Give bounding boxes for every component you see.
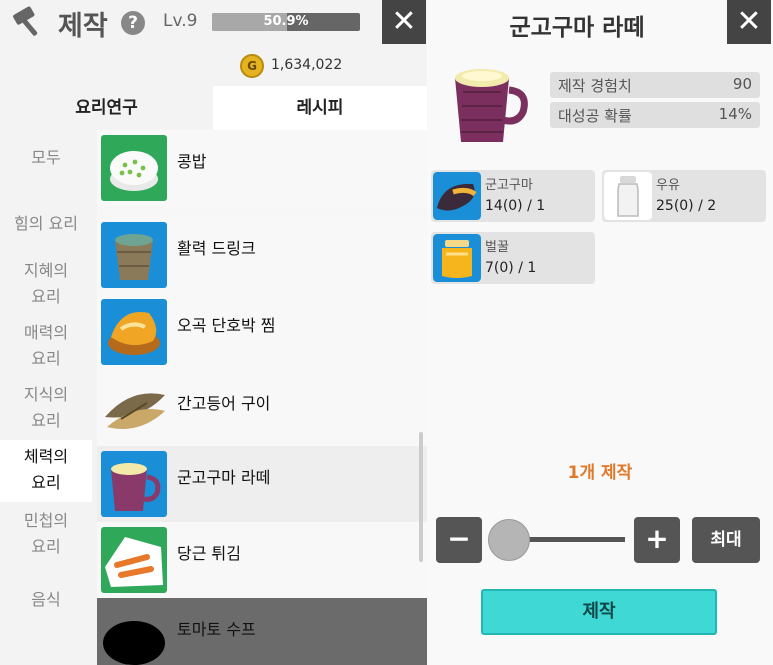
recipe-list: 콩밥 활력 드링크 오곡 단호박 찜 간고등어 구이 군고구마 라떼 당근 튀김… — [97, 130, 427, 665]
gold-coin-icon: G — [240, 54, 264, 78]
category-stamina[interactable]: 체력의 요리 — [0, 440, 92, 502]
exp-percent: 50.9% — [263, 14, 309, 29]
steamed-pumpkin-icon — [101, 299, 167, 365]
material-count: 7(0) / 1 — [485, 260, 537, 276]
recipe-title: 군고구마 라떼 — [509, 15, 645, 41]
stat-label: 제작 경험치 — [558, 77, 632, 95]
roasted-sweet-potato-icon — [433, 172, 481, 220]
category-all[interactable]: 모두 — [0, 138, 92, 178]
category-agility[interactable]: 민첩의 요리 — [0, 506, 92, 562]
category-wisdom[interactable]: 지혜의 요리 — [0, 256, 92, 312]
level-label: Lv.9 — [163, 11, 198, 31]
tab-recipe[interactable]: 레시피 — [213, 86, 427, 130]
category-knowledge[interactable]: 지식의 요리 — [0, 380, 92, 436]
recipe-name: 오곡 단호박 찜 — [177, 316, 276, 335]
crafting-header: 제작 ? Lv.9 50.9% ✕ — [0, 0, 427, 44]
recipe-detail-panel: 군고구마 라떼 ✕ 제작 경험치 90 대성공 확률 14% 군고구마 14(0… — [427, 0, 773, 665]
stat-value: 14% — [718, 105, 752, 123]
recipe-name: 군고구마 라떼 — [177, 468, 271, 487]
recipe-item-sweet-potato-latte[interactable]: 군고구마 라떼 — [97, 446, 427, 522]
tomato-soup-icon — [103, 621, 165, 665]
grilled-mackerel-icon — [101, 377, 167, 443]
craft-quantity-label: 1개 제작 — [567, 463, 633, 483]
material-slot[interactable]: 우유 25(0) / 2 — [602, 170, 766, 222]
max-button[interactable]: 최대 — [692, 517, 760, 563]
tab-bar: 요리연구 레시피 — [0, 86, 427, 130]
recipe-list-scrollbar[interactable] — [419, 432, 423, 562]
milk-bottle-icon — [604, 172, 652, 220]
stat-craft-exp: 제작 경험치 90 — [550, 72, 760, 98]
honey-jar-icon — [433, 234, 481, 282]
recipe-name: 토마토 수프 — [177, 620, 256, 639]
recipe-name: 당근 튀김 — [177, 544, 241, 563]
material-name: 벌꿀 — [485, 240, 509, 255]
crafting-title: 제작 — [58, 11, 108, 42]
help-icon[interactable]: ? — [121, 11, 145, 35]
stat-label: 대성공 확률 — [558, 107, 632, 125]
material-name: 우유 — [656, 178, 680, 193]
category-strength[interactable]: 힘의 요리 — [0, 204, 92, 244]
sweet-potato-latte-icon — [455, 69, 528, 142]
bean-rice-icon — [101, 135, 167, 201]
recipe-item-grilled-mackerel[interactable]: 간고등어 구이 — [97, 372, 427, 448]
recipe-item-vitality-drink[interactable]: 활력 드링크 — [97, 217, 427, 293]
tab-cooking-research[interactable]: 요리연구 — [0, 86, 213, 130]
quantity-slider-handle[interactable] — [488, 519, 530, 561]
material-slot[interactable]: 벌꿀 7(0) / 1 — [431, 232, 595, 284]
material-count: 25(0) / 2 — [656, 198, 717, 214]
hammer-icon — [13, 6, 38, 36]
recipe-item-bean-rice[interactable]: 콩밥 — [97, 130, 427, 206]
recipe-name: 콩밥 — [177, 152, 207, 171]
stat-value: 90 — [732, 75, 752, 93]
exp-bar: 50.9% — [212, 13, 360, 31]
recipe-item-fried-carrot[interactable]: 당근 튀김 — [97, 522, 427, 598]
close-button[interactable]: ✕ — [727, 0, 771, 44]
gold-amount: 1,634,022 — [271, 57, 343, 73]
recipe-name: 활력 드링크 — [177, 239, 256, 258]
fried-carrot-icon — [101, 527, 167, 593]
crafting-panel: 제작 ? Lv.9 50.9% ✕ G 1,634,022 요리연구 레시피 모… — [0, 0, 427, 665]
stat-great-success-rate: 대성공 확률 14% — [550, 102, 760, 128]
category-food[interactable]: 음식 — [0, 580, 92, 620]
category-charm[interactable]: 매력의 요리 — [0, 318, 92, 374]
recipe-name: 간고등어 구이 — [177, 394, 271, 413]
material-count: 14(0) / 1 — [485, 198, 546, 214]
material-slot[interactable]: 군고구마 14(0) / 1 — [431, 170, 595, 222]
increase-button[interactable]: + — [634, 517, 680, 563]
craft-button[interactable]: 제작 — [481, 589, 717, 635]
recipe-item-tomato-soup[interactable]: 토마토 수프 — [97, 598, 427, 665]
material-name: 군고구마 — [485, 178, 533, 193]
recipe-item-steamed-pumpkin[interactable]: 오곡 단호박 찜 — [97, 294, 427, 370]
sweet-potato-latte-icon — [101, 451, 167, 517]
vitality-drink-icon — [101, 222, 167, 288]
close-button[interactable]: ✕ — [382, 0, 426, 44]
decrease-button[interactable]: − — [436, 517, 482, 563]
